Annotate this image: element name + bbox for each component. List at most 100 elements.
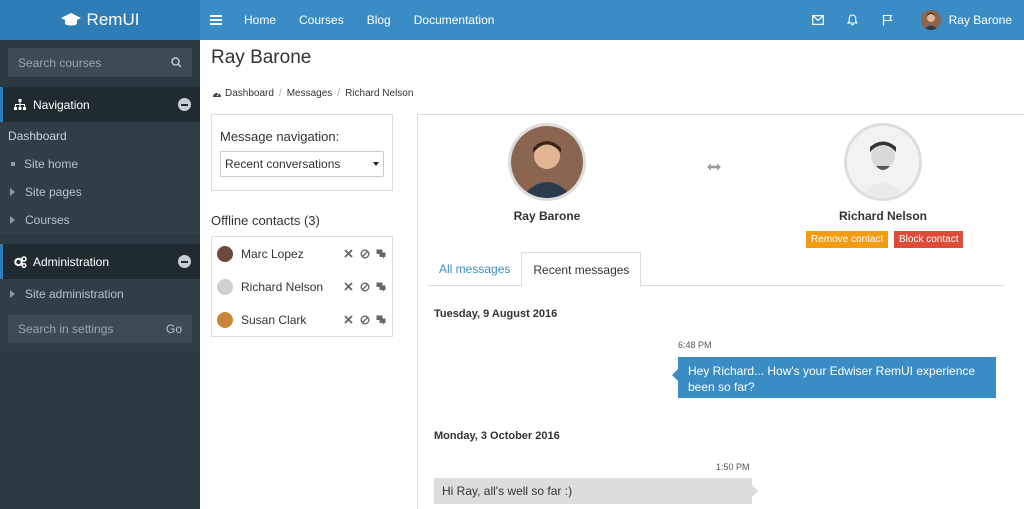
administration-title: Administration [33,254,110,269]
nav-blog-link[interactable]: Blog [367,13,391,27]
sitemap-icon [13,98,27,112]
message-time: 1:50 PM [716,462,750,472]
sidebar-item-label: Dashboard [8,129,67,143]
conversation-panel: Ray Barone Richard Nelson Remove contact… [417,114,1024,509]
offline-contacts-title: Offline contacts (3) [211,213,320,228]
user-name[interactable]: Ray Barone [949,13,1012,27]
contact-name[interactable]: Richard Nelson [241,280,323,294]
avatar [217,278,233,295]
message-date: Tuesday, 9 August 2016 [434,308,558,320]
avatar [217,311,233,328]
avatar [217,245,233,262]
nav-home-link[interactable]: Home [244,13,276,27]
block-icon[interactable] [359,248,370,259]
message-tabs: All messages Recent messages [428,252,1004,287]
brand-logo[interactable]: RemUI [0,0,200,40]
user-a-name[interactable]: Ray Barone [477,209,617,223]
message-navigation-label: Message navigation: [220,129,340,144]
main-content: Ray Barone Dashboard / Messages / Richar… [200,40,1024,509]
brand-name: RemUI [86,10,140,29]
collapse-icon[interactable] [178,98,191,111]
contact-actions [343,314,386,325]
sidebar-item-label: Site administration [25,287,124,301]
remove-contact-icon[interactable] [343,248,354,259]
breadcrumb-separator: / [337,88,341,99]
dropdown-arrow-icon [373,162,379,166]
sidebar-item-label: Site pages [25,185,82,199]
caret-right-icon [10,216,15,224]
collapse-icon[interactable] [178,255,191,268]
go-button[interactable]: Go [166,322,182,336]
search-icon[interactable] [171,57,182,68]
course-search-placeholder: Search courses [18,55,102,70]
select-value: Recent conversations [225,157,341,171]
navigation-block: Dashboard Site home Site pages Courses [0,122,200,234]
block-contact-button[interactable]: Block contact [894,231,964,248]
messages-icon[interactable] [375,314,386,325]
message-time: 6:48 PM [678,340,712,350]
block-icon[interactable] [359,281,370,292]
navigation-block-header[interactable]: Navigation [0,87,200,122]
nav-documentation-link[interactable]: Documentation [414,13,495,27]
contact-item[interactable]: Richard Nelson [212,270,392,303]
administration-block: Site administration Search in settings G… [0,279,200,353]
caret-right-icon [10,188,15,196]
contact-name[interactable]: Marc Lopez [241,247,304,261]
message-navigation-select[interactable]: Recent conversations [220,151,384,177]
settings-search-input[interactable]: Search in settings Go [8,315,192,343]
sidebar-item-courses[interactable]: Courses [0,206,200,234]
contact-actions [343,248,386,259]
message-bubble-received: Hi Ray, all's well so far :) [434,478,758,504]
hamburger-menu-icon[interactable] [210,15,222,25]
navigation-title: Navigation [33,97,90,112]
breadcrumb: Dashboard / Messages / Richard Nelson [212,88,413,99]
sidebar-item-site-administration[interactable]: Site administration [0,279,200,309]
flag-icon[interactable] [881,13,895,27]
contacts-list: Marc Lopez Richard Nelson Susan Clark [211,236,393,337]
sidebar-item-site-home[interactable]: Site home [0,150,200,178]
top-nav: Home Courses Blog Documentation [244,13,517,27]
tab-recent-messages[interactable]: Recent messages [521,252,642,287]
bell-icon[interactable] [846,13,860,27]
sidebar-item-dashboard[interactable]: Dashboard [0,122,200,150]
sidebar-item-label: Site home [24,157,79,171]
cogs-icon [13,255,27,269]
dashboard-icon [213,92,221,97]
remove-contact-icon[interactable] [343,314,354,325]
nav-courses-link[interactable]: Courses [299,13,344,27]
top-navbar: Home Courses Blog Documentation Ray Baro… [200,0,1024,40]
remove-contact-button[interactable]: Remove contact [806,231,889,248]
avatar[interactable] [844,123,922,201]
message-navigation-block: Message navigation: Recent conversations [211,114,393,191]
breadcrumb-current: Richard Nelson [345,88,414,99]
messages-icon[interactable] [375,281,386,292]
sidebar-item-site-pages[interactable]: Site pages [0,178,200,206]
message-date: Monday, 3 October 2016 [434,430,560,442]
tab-all-messages[interactable]: All messages [428,252,521,286]
caret-right-icon [10,290,15,298]
envelope-icon[interactable] [811,13,825,27]
message-bubble-sent: Hey Richard... How's your Edwiser RemUI … [672,357,996,398]
contact-name[interactable]: Susan Clark [241,313,306,327]
avatar[interactable] [508,123,586,201]
messages-icon[interactable] [375,248,386,259]
bullet-icon [11,162,15,166]
sidebar-item-label: Courses [25,213,70,227]
user-b-name[interactable]: Richard Nelson [813,209,953,223]
graduation-cap-icon [60,13,81,26]
sidebar: RemUI Search courses Navigation Dashboar… [0,0,200,509]
user-menu-area: Ray Barone [811,10,1024,30]
breadcrumb-separator: / [278,88,282,99]
contact-item[interactable]: Susan Clark [212,303,392,336]
page-title: Ray Barone [211,47,312,68]
avatar[interactable] [920,10,941,30]
course-search-input[interactable]: Search courses [8,48,192,77]
breadcrumb-messages[interactable]: Messages [287,88,333,99]
contact-item[interactable]: Marc Lopez [212,237,392,270]
block-icon[interactable] [359,314,370,325]
administration-block-header[interactable]: Administration [0,244,200,279]
exchange-icon [707,163,721,171]
remove-contact-icon[interactable] [343,281,354,292]
settings-search-placeholder: Search in settings [18,322,114,336]
breadcrumb-dashboard[interactable]: Dashboard [225,88,274,99]
